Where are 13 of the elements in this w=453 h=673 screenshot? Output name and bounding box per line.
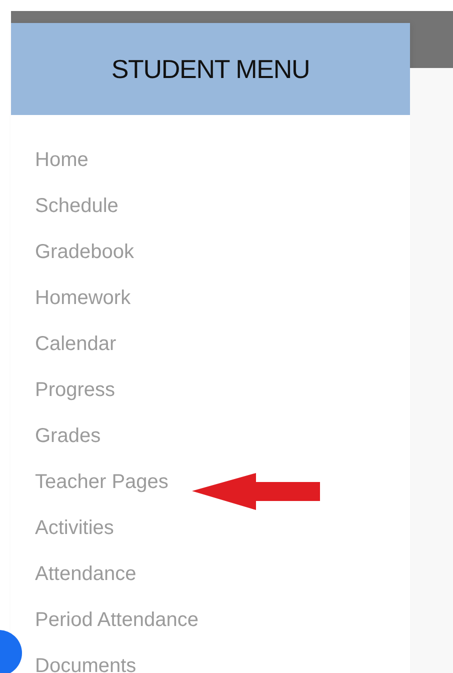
menu-link[interactable]: Period Attendance [35,605,198,635]
menu-title: STUDENT MENU [111,52,310,86]
menu-link[interactable]: Attendance [35,559,136,589]
menu-link[interactable]: Gradebook [35,237,134,267]
menu-link[interactable]: Grades [35,421,101,451]
menu-link[interactable]: Schedule [35,191,118,221]
menu-link[interactable]: Progress [35,375,116,405]
menu-link[interactable]: Teacher Pages [35,467,168,497]
menu-link[interactable]: Homework [35,283,131,313]
menu-link[interactable]: Home [35,145,88,175]
menu-link[interactable]: Documents [35,651,136,673]
menu-link[interactable]: Calendar [35,329,116,359]
menu-link[interactable]: Activities [35,513,114,543]
